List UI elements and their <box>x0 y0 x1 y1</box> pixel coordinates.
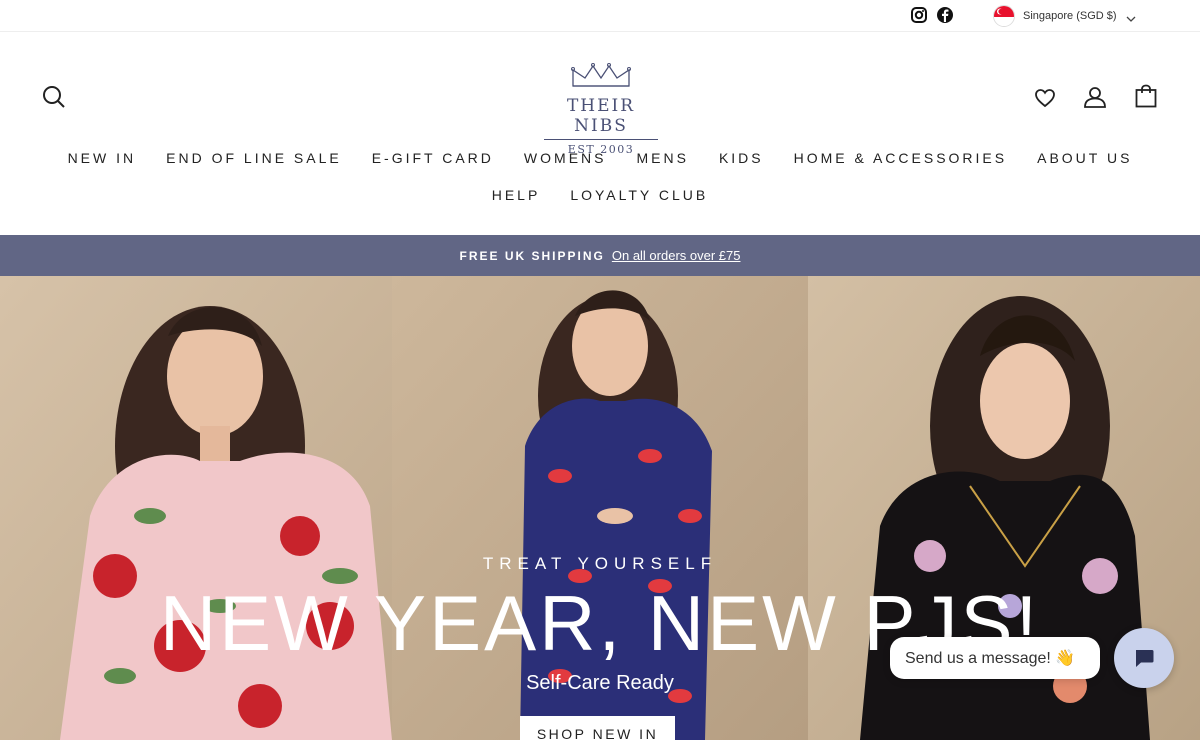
nav-item-help[interactable]: HELP <box>477 187 556 203</box>
chat-launcher-button[interactable] <box>1114 628 1174 688</box>
currency-label: Singapore (SGD $) <box>1023 10 1117 22</box>
announcement-bar: FREE UK SHIPPING On all orders over £75 <box>0 235 1200 276</box>
bag-icon[interactable] <box>1135 84 1157 112</box>
nav-item-womens[interactable]: WOMENS <box>509 150 622 166</box>
search-icon[interactable] <box>42 85 66 113</box>
announcement-heading: FREE UK SHIPPING <box>459 248 605 263</box>
main-nav-primary: NEW IN END OF LINE SALE E-GIFT CARD WOME… <box>0 150 1200 166</box>
nav-item-about-us[interactable]: ABOUT US <box>1022 150 1147 166</box>
main-nav-secondary: HELP LOYALTY CLUB <box>0 187 1200 203</box>
currency-selector[interactable]: Singapore (SGD $) <box>993 5 1137 27</box>
crown-icon <box>569 63 633 94</box>
facebook-icon[interactable] <box>936 6 954 24</box>
logo-divider <box>544 139 658 140</box>
chat-prompt-bubble[interactable]: Send us a message! 👋 <box>890 637 1100 679</box>
heart-icon[interactable] <box>1034 88 1056 112</box>
nav-item-loyalty-club[interactable]: LOYALTY CLUB <box>555 187 723 203</box>
logo[interactable]: THEIR NIBS EST 2003 <box>540 62 662 156</box>
logo-name: THEIR NIBS <box>566 96 636 136</box>
nav-item-mens[interactable]: MENS <box>621 150 703 166</box>
nav-item-e-gift-card[interactable]: E-GIFT CARD <box>357 150 509 166</box>
singapore-flag-icon <box>993 5 1015 27</box>
nav-item-home-accessories[interactable]: HOME & ACCESSORIES <box>779 150 1022 166</box>
nav-item-end-of-line-sale[interactable]: END OF LINE SALE <box>151 150 357 166</box>
chevron-down-icon <box>1125 10 1137 22</box>
instagram-icon[interactable] <box>910 6 928 24</box>
shop-new-in-button[interactable]: SHOP NEW IN <box>520 716 675 740</box>
social-links <box>910 6 954 24</box>
top-bar: Singapore (SGD $) <box>0 0 1200 32</box>
announcement-link[interactable]: On all orders over £75 <box>612 248 741 263</box>
site-header: THEIR NIBS EST 2003 NEW IN END OF LINE S… <box>0 32 1200 235</box>
hero-subtitle: TREAT YOURSELF <box>482 554 718 573</box>
user-icon[interactable] <box>1083 85 1107 113</box>
nav-item-new-in[interactable]: NEW IN <box>53 150 152 166</box>
nav-item-kids[interactable]: KIDS <box>704 150 779 166</box>
chat-icon <box>1133 647 1155 673</box>
